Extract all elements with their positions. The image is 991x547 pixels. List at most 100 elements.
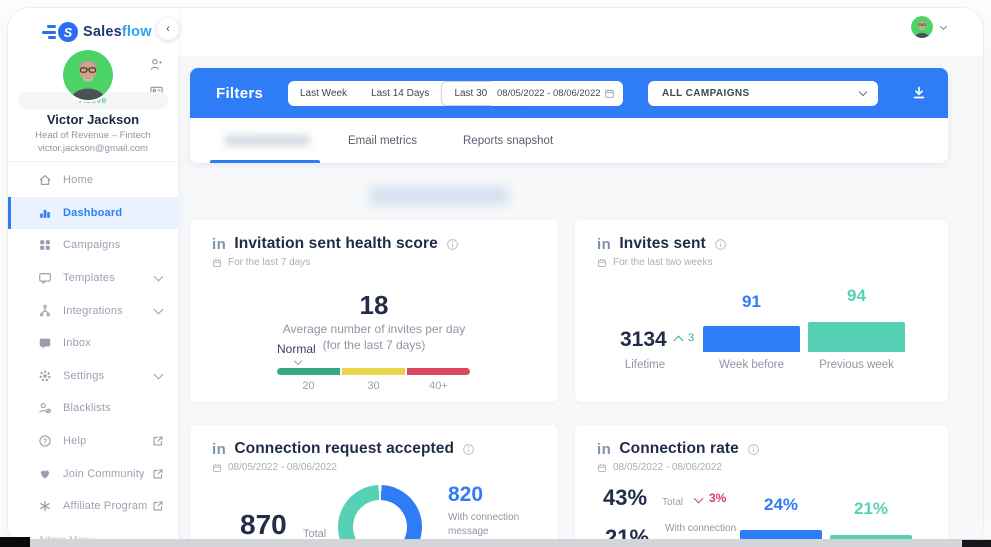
- bar-label-previous-week: Previous week: [808, 359, 905, 371]
- linkedin-icon: in: [212, 236, 226, 253]
- gauge-segment-red: [407, 368, 470, 375]
- gauge-segment-green: [277, 368, 340, 375]
- sidebar-divider: [8, 161, 178, 162]
- health-gauge: Normal 20 30 40+: [277, 342, 472, 392]
- export-download-button[interactable]: [904, 78, 934, 108]
- bar-value-previous-week: 94: [808, 286, 905, 306]
- preset-last-14-days[interactable]: Last 14 Days: [359, 81, 441, 106]
- rate-bar-value-blue: 24%: [740, 495, 822, 515]
- bar-week-before: [703, 326, 800, 352]
- bar-previous-week: [808, 322, 905, 352]
- card-title: Connection rate: [619, 440, 738, 458]
- app-logo[interactable]: S Salesflow: [42, 22, 152, 42]
- active-tab-underline: [210, 160, 320, 163]
- rate-with-message-label: With connection: [665, 523, 736, 534]
- sidebar: S Salesflow Active Victor Jackson Head o…: [8, 8, 178, 547]
- bottom-left-black-corner: [0, 537, 30, 547]
- profile-add-contact-button[interactable]: [149, 57, 164, 72]
- calendar-icon: [597, 258, 607, 268]
- sidebar-item-inbox[interactable]: Inbox: [8, 327, 178, 360]
- filter-panel: Filters Last Week Last 14 Days Last 30 D…: [190, 68, 948, 163]
- community-icon: [38, 467, 52, 481]
- brand-name: Salesflow: [83, 24, 152, 40]
- external-link-icon: [151, 499, 165, 513]
- sidebar-item-home[interactable]: Home: [8, 164, 178, 197]
- sidebar-item-blacklists[interactable]: Blacklists: [8, 392, 178, 425]
- home-icon: [38, 173, 52, 187]
- sidebar-item-settings[interactable]: Settings: [8, 360, 178, 393]
- inbox-icon: [38, 336, 52, 350]
- header-avatar: [911, 16, 933, 38]
- card-period: For the last 7 days: [228, 257, 310, 268]
- calendar-icon: [212, 463, 222, 473]
- card-period: 08/05/2022 - 08/06/2022: [228, 462, 337, 473]
- accepted-with-message-value: 820: [448, 483, 483, 507]
- profile-role: Head of Revenue – Fintech: [8, 130, 178, 141]
- sidebar-item-integrations[interactable]: Integrations: [8, 294, 178, 327]
- external-link-icon: [151, 434, 165, 448]
- card-period: 08/05/2022 - 08/06/2022: [613, 462, 722, 473]
- chevron-left-icon: ‹: [166, 23, 170, 35]
- external-link-icon: [151, 467, 165, 481]
- accepted-total-value: 870: [240, 509, 287, 541]
- sidebar-item-dashboard[interactable]: Dashboard: [8, 197, 178, 230]
- card-invites-sent: in Invites sent For the last two weeks 3…: [575, 220, 948, 402]
- card-connection-request-accepted: in Connection request accepted 08/05/202…: [190, 425, 558, 547]
- tab-reports-snapshot[interactable]: Reports snapshot: [463, 118, 553, 163]
- filter-bar: Filters Last Week Last 14 Days Last 30 D…: [190, 68, 948, 118]
- preset-last-week[interactable]: Last Week: [288, 81, 359, 106]
- user-avatar: [63, 50, 113, 100]
- health-score-value: 18: [190, 290, 558, 321]
- info-icon[interactable]: [714, 238, 727, 251]
- chevron-down-icon: [154, 304, 164, 314]
- chevron-down-icon: [859, 87, 867, 95]
- logo-s-icon: S: [58, 22, 78, 42]
- sidebar-item-templates[interactable]: Templates: [8, 262, 178, 295]
- profile-name: Victor Jackson: [8, 112, 178, 127]
- logo-speed-lines-icon: [42, 25, 56, 39]
- chevron-up-icon: [674, 336, 684, 346]
- lifetime-value: 3134: [620, 328, 667, 352]
- info-icon[interactable]: [446, 238, 459, 251]
- card-invitation-health-score: in Invitation sent health score For the …: [190, 220, 558, 402]
- card-title: Invites sent: [619, 235, 705, 253]
- gauge-segment-yellow: [342, 368, 405, 375]
- templates-icon: [38, 271, 52, 285]
- help-icon: [38, 434, 52, 448]
- sidebar-item-join-community[interactable]: Join Community: [8, 457, 178, 490]
- sidebar-nav: Home Dashboard Campaigns Templates Integ…: [8, 164, 178, 523]
- chevron-down-icon: [154, 369, 164, 379]
- redacted-section-heading: [370, 186, 508, 205]
- dashboard-icon: [38, 206, 52, 220]
- sidebar-collapse-button[interactable]: ‹: [157, 18, 179, 40]
- user-menu[interactable]: [911, 16, 946, 38]
- rate-total-label: Total: [662, 497, 683, 508]
- sidebar-item-affiliate-program[interactable]: Affiliate Program: [8, 490, 178, 523]
- card-title: Invitation sent health score: [234, 235, 437, 253]
- sidebar-item-help[interactable]: Help: [8, 425, 178, 458]
- bottom-gray-band: [0, 539, 991, 547]
- blacklists-icon: [38, 401, 52, 415]
- rate-bar-value-teal: 21%: [830, 499, 912, 519]
- sidebar-item-campaigns[interactable]: Campaigns: [8, 229, 178, 262]
- chevron-down-icon: [940, 22, 947, 29]
- card-period: For the last two weeks: [613, 257, 712, 268]
- card-connection-rate: in Connection rate 08/05/2022 - 08/06/20…: [575, 425, 948, 547]
- tab-redacted-active[interactable]: [200, 118, 310, 163]
- bar-value-week-before: 91: [703, 292, 800, 312]
- redacted-tab-label: [225, 135, 310, 146]
- date-range-input[interactable]: 08/05/2022 - 08/06/2022: [487, 81, 623, 106]
- info-icon[interactable]: [747, 443, 760, 456]
- profile-email: victor.jackson@gmail.com: [8, 143, 178, 154]
- info-icon[interactable]: [462, 443, 475, 456]
- top-header: [178, 8, 983, 56]
- tab-email-metrics[interactable]: Email metrics: [348, 118, 417, 163]
- calendar-icon: [604, 88, 615, 99]
- bottom-right-black-corner: [962, 540, 991, 547]
- campaign-select[interactable]: ALL CAMPAIGNS: [648, 81, 878, 106]
- rate-total-value: 43%: [603, 485, 647, 511]
- lifetime-label: Lifetime: [616, 359, 674, 371]
- calendar-icon: [597, 463, 607, 473]
- calendar-icon: [212, 258, 222, 268]
- app-window: S Salesflow Active Victor Jackson Head o…: [8, 8, 983, 547]
